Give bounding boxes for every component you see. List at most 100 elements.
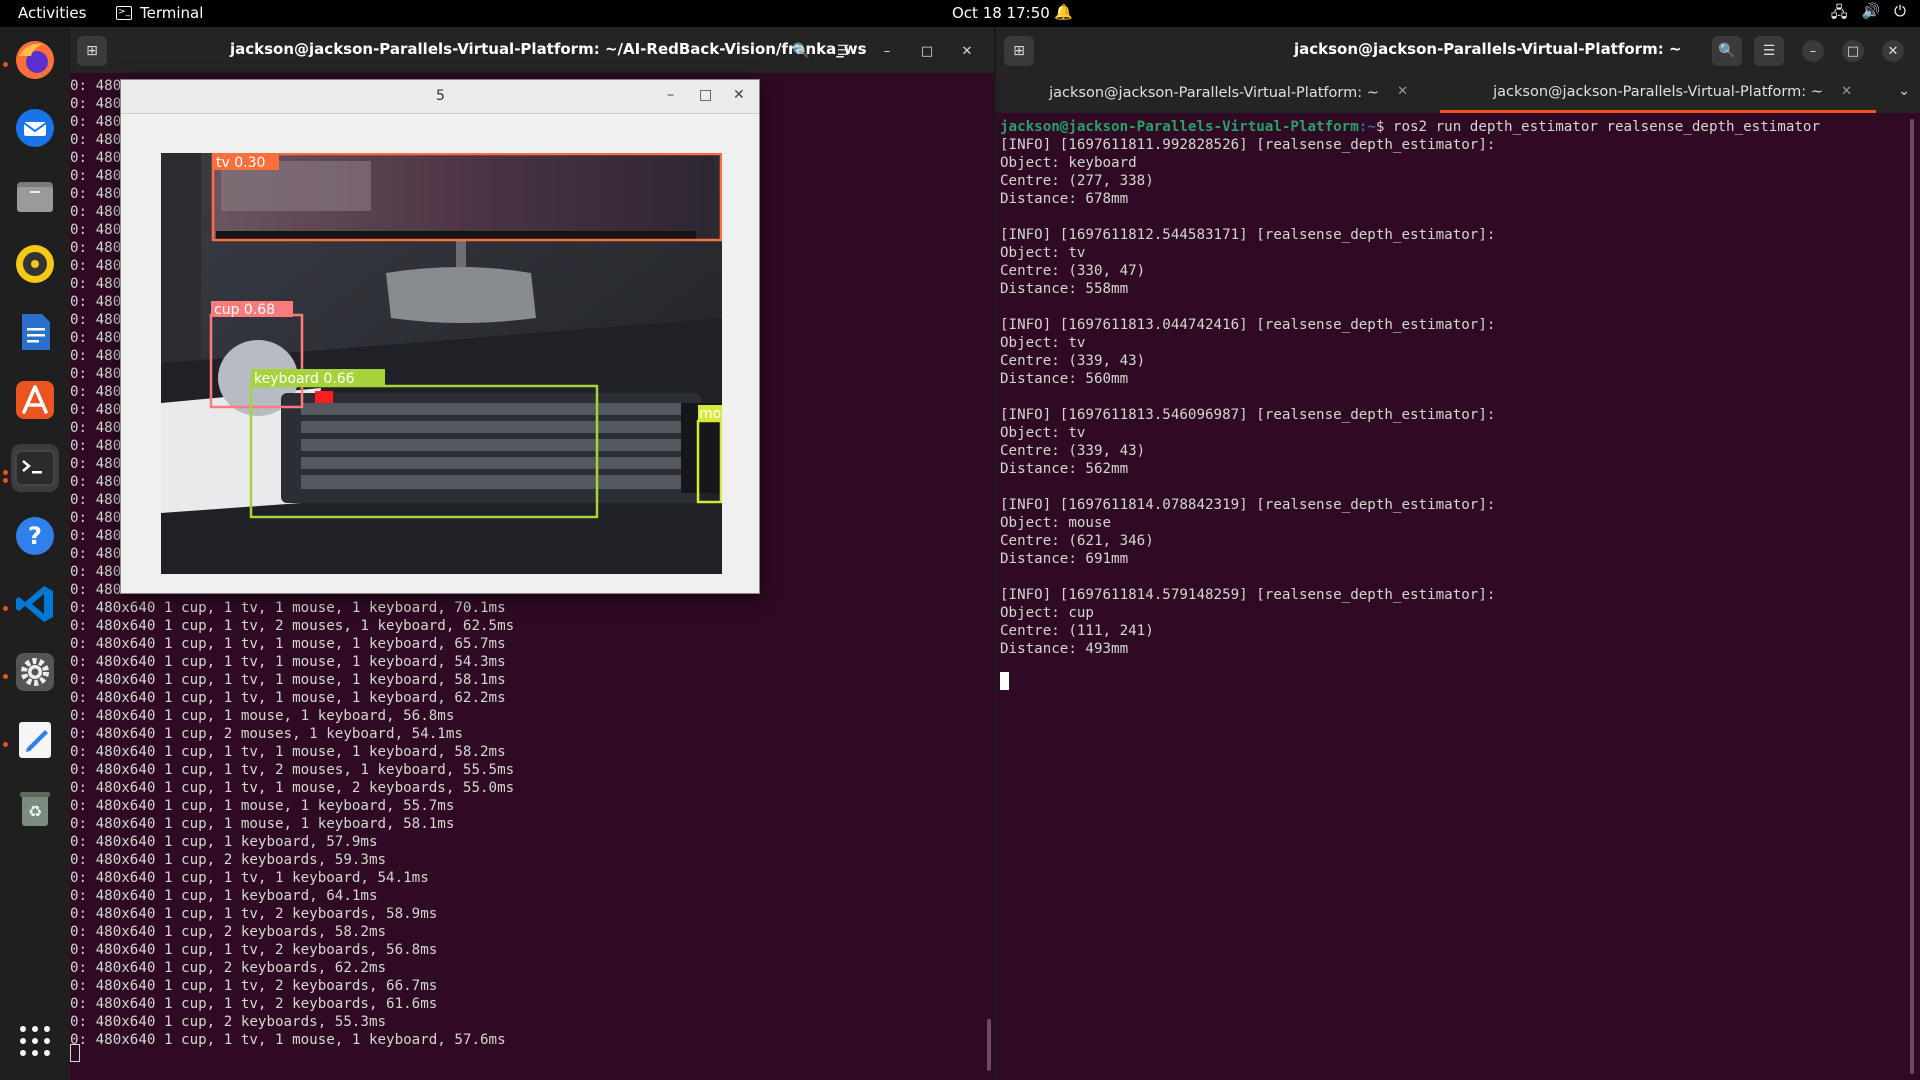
terminal-line: 0: 480x640 1 cup, 1 mouse, 1 keyboard, 5… — [70, 708, 455, 724]
running-indicator — [3, 62, 8, 67]
bbox-tv-label: tv 0.30 — [216, 155, 265, 171]
top-bar: Activities >_ Terminal Oct 18 17:50 🔔 🖧 … — [0, 0, 1920, 27]
terminal-line: 0: 480x640 1 cup, 1 tv, 1 mouse, 2 keybo… — [70, 780, 515, 796]
terminal-line: 0: 480x640 1 cup, 1 tv, 1 mouse, 1 keybo… — [70, 690, 506, 706]
log-header: [INFO] [1697611812.544583171] [realsense… — [1000, 227, 1496, 243]
power-icon: ⏻ — [1894, 2, 1906, 20]
log-centre: Centre: (339, 43) — [1000, 443, 1146, 459]
terminal-line: 0: 480x640 1 cup, 2 keyboards, 59.3ms — [70, 852, 387, 868]
app-name-label: Terminal — [140, 4, 204, 22]
image-window-title: 5 — [436, 88, 445, 104]
terminal-line: 0: 480x640 1 cup, 1 keyboard, 64.1ms — [70, 888, 378, 904]
tab-2[interactable]: jackson@jackson-Parallels-Virtual-Platfo… — [1440, 73, 1876, 113]
log-spacer — [1000, 208, 1820, 226]
minimize-icon[interactable]: – — [1802, 40, 1824, 62]
app-menu[interactable]: >_ Terminal — [116, 4, 203, 22]
trash-icon[interactable]: ♻ — [11, 784, 59, 832]
thunderbird-icon[interactable] — [11, 104, 59, 152]
app-center-icon[interactable] — [11, 376, 59, 424]
log-header: [INFO] [1697611811.992828526] [realsense… — [1000, 137, 1496, 153]
terminal-icon[interactable] — [11, 444, 59, 492]
detection-image-window[interactable]: 5 – □ ✕ tv 0.30 cup 0.68 keyboard 0.66 m… — [120, 79, 760, 594]
settings-icon[interactable] — [11, 648, 59, 696]
tab-1[interactable]: jackson@jackson-Parallels-Virtual-Platfo… — [996, 73, 1432, 113]
activities-button[interactable]: Activities — [18, 4, 86, 22]
left-titlebar[interactable]: ⊞ jackson@jackson-Parallels-Virtual-Plat… — [70, 27, 994, 73]
close-icon[interactable]: ✕ — [1882, 40, 1904, 62]
running-indicator — [3, 470, 8, 475]
tab-bar: jackson@jackson-Parallels-Virtual-Platfo… — [996, 73, 1920, 113]
volume-icon: 🔊 — [1861, 2, 1881, 20]
right-titlebar[interactable]: ⊞ jackson@jackson-Parallels-Virtual-Plat… — [996, 27, 1920, 73]
terminal-line: 0: 480x640 1 cup, 1 keyboard, 57.9ms — [70, 834, 378, 850]
log-header: [INFO] [1697611814.579148259] [realsense… — [1000, 587, 1496, 603]
log-object: Object: cup — [1000, 605, 1094, 621]
bbox-keyboard-label: keyboard 0.66 — [254, 371, 355, 387]
minimize-icon[interactable]: – — [667, 87, 674, 103]
menu-icon[interactable]: ☰ — [828, 36, 858, 66]
tab-close-icon[interactable]: ✕ — [1397, 84, 1408, 99]
scene-monitor-stand — [456, 241, 466, 271]
running-indicator — [3, 606, 8, 611]
libreoffice-writer-icon[interactable] — [11, 308, 59, 356]
terminal-line: 0: 480x640 1 cup, 2 mouses, 1 keyboard, … — [70, 726, 463, 742]
tab-close-icon[interactable]: ✕ — [1841, 84, 1852, 99]
new-tab-icon[interactable]: ⊞ — [1004, 36, 1034, 66]
terminal-line: 0: 480x640 1 cup, 1 tv, 2 keyboards, 61.… — [70, 996, 438, 1012]
log-object: Object: tv — [1000, 425, 1086, 441]
system-tray[interactable]: 🖧 🔊 ⏻ — [1831, 2, 1906, 27]
menu-icon[interactable]: ☰ — [1754, 36, 1784, 66]
tab-label: jackson@jackson-Parallels-Virtual-Platfo… — [1493, 83, 1823, 100]
search-icon[interactable]: 🔍 — [1712, 36, 1742, 66]
search-icon[interactable]: 🔍 — [786, 36, 816, 66]
prompt-command: $ ros2 run depth_estimator realsense_dep… — [1375, 119, 1821, 135]
log-distance: Distance: 493mm — [1000, 641, 1129, 657]
terminal-line: 0: 480x640 1 cup, 1 tv, 2 mouses, 1 keyb… — [70, 618, 515, 634]
show-apps-icon[interactable] — [20, 1026, 50, 1056]
running-indicator — [3, 742, 8, 747]
right-terminal-window[interactable]: ⊞ jackson@jackson-Parallels-Virtual-Plat… — [994, 27, 1920, 1080]
log-header: [INFO] [1697611813.546096987] [realsense… — [1000, 407, 1496, 423]
terminal-line: 0: 480x640 1 cup, 1 tv, 1 mouse, 1 keybo… — [70, 654, 506, 670]
log-distance: Distance: 691mm — [1000, 551, 1129, 567]
firefox-icon[interactable] — [11, 36, 59, 84]
help-icon[interactable]: ? — [11, 512, 59, 560]
files-icon[interactable] — [11, 172, 59, 220]
rhythmbox-icon[interactable] — [11, 240, 59, 288]
image-window-titlebar[interactable]: 5 – □ ✕ — [121, 80, 759, 114]
bbox-marker — [315, 391, 333, 403]
log-entries: [INFO] [1697611811.992828526] [realsense… — [1000, 136, 1820, 676]
log-spacer — [1000, 388, 1820, 406]
right-window-title: jackson@jackson-Parallels-Virtual-Platfo… — [1294, 40, 1682, 58]
terminal-line: 0: 480x640 1 cup, 1 tv, 1 mouse, 1 keybo… — [70, 1032, 506, 1048]
maximize-icon[interactable]: □ — [699, 87, 712, 103]
terminal-line: 0: 480x640 1 cup, 1 tv, 1 mouse, 1 keybo… — [70, 636, 506, 652]
terminal-line: 0: 480x640 1 cup, 1 tv, 2 mouses, 1 keyb… — [70, 762, 515, 778]
text-editor-icon[interactable] — [11, 716, 59, 764]
log-distance: Distance: 558mm — [1000, 281, 1129, 297]
maximize-icon[interactable]: □ — [916, 40, 938, 62]
left-scrollbar[interactable] — [987, 1019, 991, 1071]
right-scrollbar[interactable] — [1910, 119, 1914, 1074]
log-distance: Distance: 560mm — [1000, 371, 1129, 387]
prompt-path: :~ — [1358, 119, 1376, 135]
close-icon[interactable]: ✕ — [733, 87, 745, 103]
maximize-icon[interactable]: □ — [1842, 40, 1864, 62]
new-tab-icon[interactable]: ⊞ — [77, 36, 107, 66]
scene-stand-base — [386, 267, 536, 323]
notification-bell-icon[interactable]: 🔔 — [1054, 3, 1073, 21]
tab-overflow-chevron-down-icon[interactable]: ⌄ — [1898, 83, 1910, 99]
minimize-icon[interactable]: – — [876, 40, 898, 62]
log-distance: Distance: 678mm — [1000, 191, 1129, 207]
right-terminal-output: jackson@jackson-Parallels-Virtual-Platfo… — [1000, 118, 1820, 676]
log-spacer — [1000, 478, 1820, 496]
vscode-icon[interactable] — [11, 580, 59, 628]
terminal-line: 0: 480x640 1 cup, 2 keyboards, 55.3ms — [70, 1014, 387, 1030]
log-header: [INFO] [1697611813.044742416] [realsense… — [1000, 317, 1496, 333]
bbox-cup-label: cup 0.68 — [214, 302, 275, 318]
close-icon[interactable]: ✕ — [956, 40, 978, 62]
terminal-line: 0: 480x640 1 cup, 2 keyboards, 62.2ms — [70, 960, 387, 976]
tab-label: jackson@jackson-Parallels-Virtual-Platfo… — [1049, 85, 1379, 101]
log-header: [INFO] [1697611814.078842319] [realsense… — [1000, 497, 1496, 513]
clock[interactable]: Oct 18 17:50 — [952, 4, 1050, 22]
